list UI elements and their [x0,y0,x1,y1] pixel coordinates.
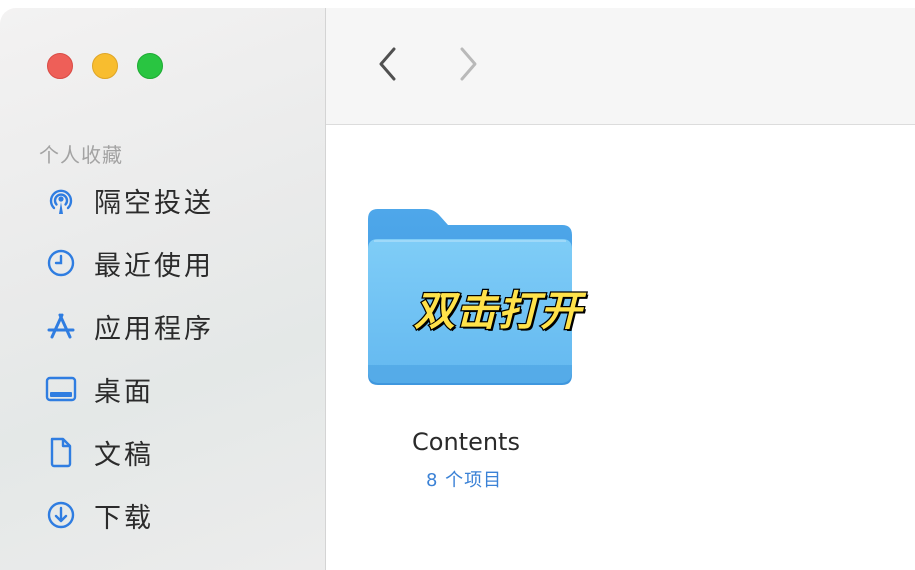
forward-button[interactable] [448,46,488,86]
applications-icon [44,309,78,343]
sidebar-section-favorites: 个人收藏 [39,143,123,167]
folder-item-count: 8 个项目 [426,470,503,491]
zoom-window-button[interactable] [137,53,163,79]
window-top-edge [20,0,915,8]
document-icon [44,435,78,469]
toolbar [326,8,915,125]
sidebar-item-applications[interactable]: 应用程序 [44,306,214,346]
sidebar-item-label: 最近使用 [94,250,214,282]
file-browser-content: 双击打开 Contents 8 个项目 [326,125,915,570]
sidebar-item-airdrop[interactable]: 隔空投送 [44,180,214,220]
sidebar-item-label: 应用程序 [94,313,214,345]
sidebar-item-downloads[interactable]: 下载 [44,495,154,535]
sidebar-item-recents[interactable]: 最近使用 [44,243,214,283]
chevron-left-icon [376,46,400,86]
minimize-window-button[interactable] [92,53,118,79]
sidebar-item-label: 桌面 [94,376,154,408]
sidebar-item-desktop[interactable]: 桌面 [44,369,154,409]
sidebar-item-label: 文稿 [94,439,154,471]
sidebar-item-label: 隔空投送 [94,187,214,219]
chevron-right-icon [456,46,480,86]
close-window-button[interactable] [47,53,73,79]
clock-icon [44,246,78,280]
sidebar: 个人收藏 隔空投送 最近使用 应用程序 桌面 文稿 下载 [0,8,326,570]
download-icon [44,498,78,532]
back-button[interactable] [368,46,408,86]
finder-window: 个人收藏 隔空投送 最近使用 应用程序 桌面 文稿 下载 双击打开 Conten… [0,0,915,570]
desktop-icon [44,372,78,406]
sidebar-item-label: 下载 [94,502,154,534]
overlay-caption: 双击打开 [413,286,583,337]
folder-name-label: Contents [412,428,520,456]
airdrop-icon [44,183,78,217]
sidebar-item-documents[interactable]: 文稿 [44,432,154,472]
folder-icon [364,209,576,391]
